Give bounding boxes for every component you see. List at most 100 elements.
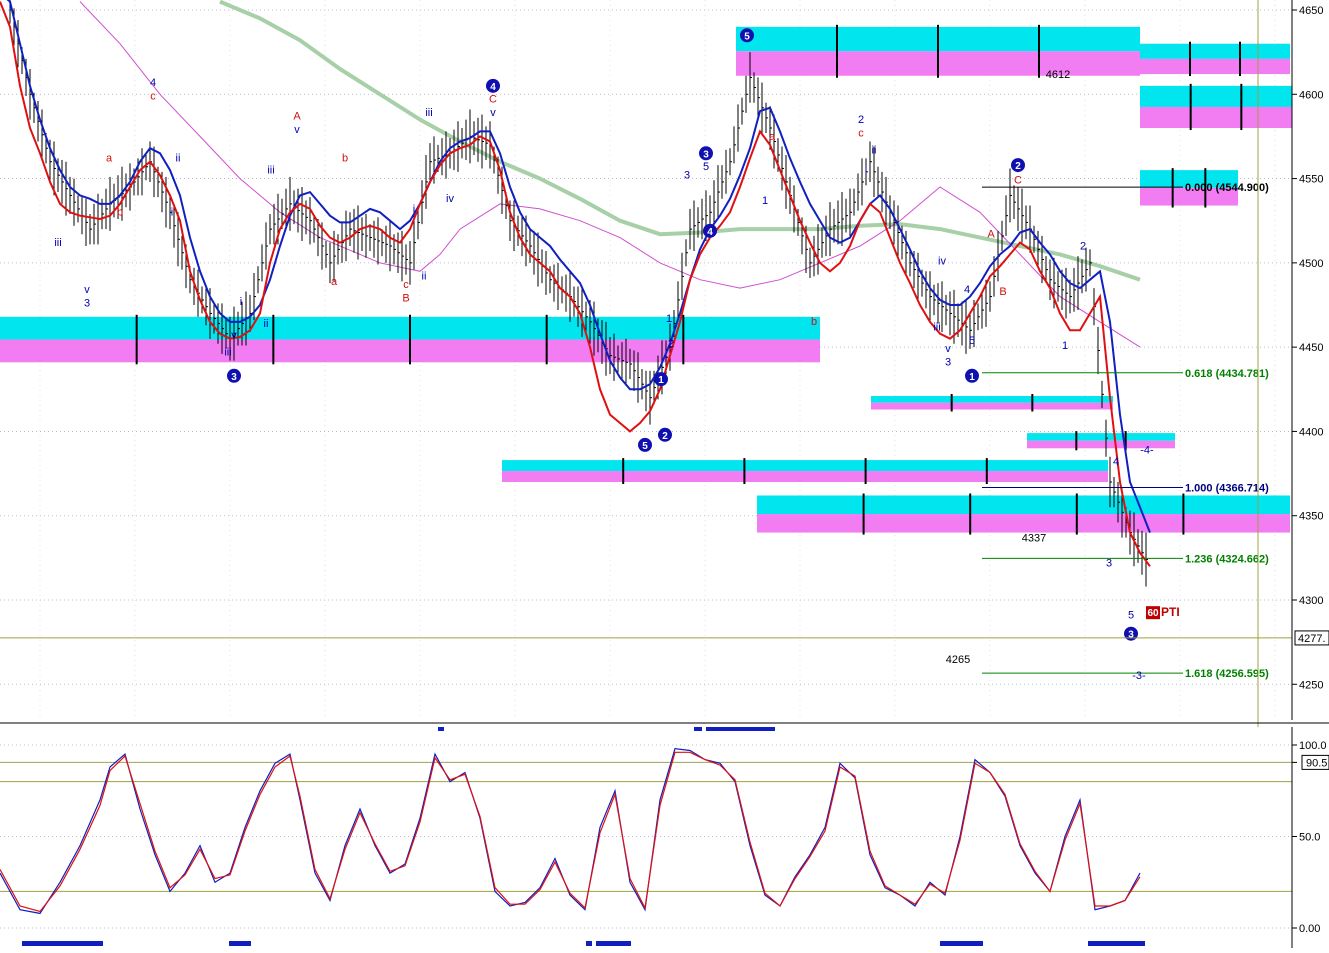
price-axis-label: 4450: [1299, 342, 1323, 354]
chart-root: 0.000 (4544.900) 0.618 (4434.781) 1.000 (4…: [0, 0, 1329, 948]
wave-label: 2: [1080, 240, 1086, 252]
wave-label: v: [490, 107, 496, 119]
signal-mark-bottom: [22, 941, 103, 946]
wave-label: C: [1014, 175, 1022, 187]
wave-label: 2: [668, 338, 674, 350]
wave-label: ii: [264, 318, 269, 330]
wave-label: iii: [54, 237, 61, 249]
wave-label: 4: [150, 77, 156, 89]
wave-label: -4-: [1140, 444, 1154, 456]
last-price-label: 4277.: [1298, 633, 1326, 645]
fib-level-label: 1.618 (4256.595): [1185, 668, 1269, 680]
wave-label: 4: [964, 284, 970, 296]
wave-label: v: [84, 284, 90, 296]
wave-label: b: [342, 153, 348, 165]
wave-label: c: [858, 127, 864, 139]
circled-wave-label: 4: [490, 82, 496, 93]
wave-label: B: [999, 286, 1006, 298]
price-axis-label: 4650: [1299, 5, 1323, 17]
wave-label: C: [489, 94, 497, 106]
wave-label: A: [293, 111, 301, 123]
signal-mark-bottom: [229, 941, 251, 946]
wave-label: v: [294, 124, 300, 136]
wave-label: 3: [945, 357, 951, 369]
chart-canvas[interactable]: 0.000 (4544.900) 0.618 (4434.781) 1.000 (4…: [0, 0, 1329, 948]
zone-magenta: [502, 471, 1108, 482]
fib-level-label: 1.000 (4366.714): [1185, 483, 1269, 495]
signal-mark-bottom: [1088, 941, 1145, 946]
level-label: 4612: [1046, 69, 1070, 81]
wave-label: 2: [858, 114, 864, 126]
wave-label: i: [865, 165, 867, 177]
signal-mark-bottom: [940, 941, 983, 946]
price-axis-label: 4400: [1299, 426, 1323, 438]
zone-magenta: [871, 402, 1113, 410]
circled-wave-label: 1: [969, 372, 975, 383]
wave-label: i: [240, 296, 242, 308]
wave-label: a: [769, 131, 776, 143]
price-axis-label: 4550: [1299, 174, 1323, 186]
oscillator-axis-label: 50.0: [1299, 832, 1320, 844]
pti-badge-value: 60: [1147, 608, 1159, 619]
zone-cyan: [757, 495, 1290, 515]
circled-wave-label: 5: [744, 31, 750, 42]
circled-wave-label: 3: [231, 372, 237, 383]
signal-mark-top: [438, 727, 444, 731]
price-axis-label: 4500: [1299, 258, 1323, 270]
wave-label: iii: [267, 165, 274, 177]
wave-label: 1: [666, 313, 672, 325]
wave-label: 5: [703, 161, 709, 173]
wave-label: i: [171, 207, 173, 219]
wave-label: iii: [933, 321, 940, 333]
zone-cyan: [502, 460, 1108, 472]
wave-label: -3-: [1132, 670, 1146, 682]
zone-cyan: [871, 396, 1113, 403]
signal-mark-top: [694, 727, 702, 731]
wave-label: B: [402, 293, 409, 305]
wave-label: v: [231, 330, 237, 342]
price-axis-label: 4600: [1299, 89, 1323, 101]
wave-label: ii: [176, 153, 181, 165]
zone-cyan: [1140, 85, 1292, 107]
oscillator-panel[interactable]: 100.0 90.5 50.0 0.00: [0, 727, 1329, 948]
wave-label: v: [945, 343, 951, 355]
oscillator-axis-label: 90.5: [1306, 757, 1327, 769]
wave-label: 5: [1128, 610, 1134, 622]
wave-label: 5: [969, 335, 975, 347]
zone-cyan: [1027, 433, 1175, 441]
zone-magenta: [1140, 58, 1290, 75]
wave-label: c: [150, 90, 156, 102]
fib-level-label: 0.618 (4434.781): [1185, 368, 1269, 380]
wave-label: 3: [684, 170, 690, 182]
circled-wave-label: 2: [1015, 161, 1021, 172]
wave-label: iv: [446, 193, 454, 205]
signal-mark-top: [706, 727, 775, 731]
wave-label: 4: [1113, 456, 1119, 468]
signal-mark-bottom: [596, 941, 631, 946]
pti-badge-label: PTI: [1161, 605, 1180, 619]
wave-label: a: [106, 153, 113, 165]
oscillator-axis-label: 0.00: [1299, 923, 1320, 935]
circled-wave-label: 5: [642, 441, 648, 452]
wave-label: A: [987, 229, 995, 241]
wave-label: ii: [422, 271, 427, 283]
level-label: 4337: [1022, 533, 1046, 545]
wave-label: b: [811, 316, 817, 328]
wave-label: 3: [84, 298, 90, 310]
wave-label: i: [413, 203, 415, 215]
wave-label: 3: [1106, 557, 1112, 569]
circled-wave-label: 4: [707, 227, 713, 238]
wave-label: c: [403, 279, 409, 291]
circled-wave-label: 1: [658, 375, 664, 386]
wave-label: i: [9, 1, 11, 13]
zone-magenta: [1140, 106, 1292, 128]
circled-wave-label: 3: [703, 149, 709, 160]
level-label: 4265: [946, 654, 970, 666]
circled-wave-label: 2: [662, 431, 668, 442]
wave-label: 1: [762, 195, 768, 207]
wave-label: b: [117, 207, 123, 219]
wave-label: a: [331, 276, 338, 288]
price-axis-bg: [1292, 0, 1329, 720]
zone-cyan: [1140, 43, 1290, 59]
wave-label: ii: [872, 144, 877, 156]
